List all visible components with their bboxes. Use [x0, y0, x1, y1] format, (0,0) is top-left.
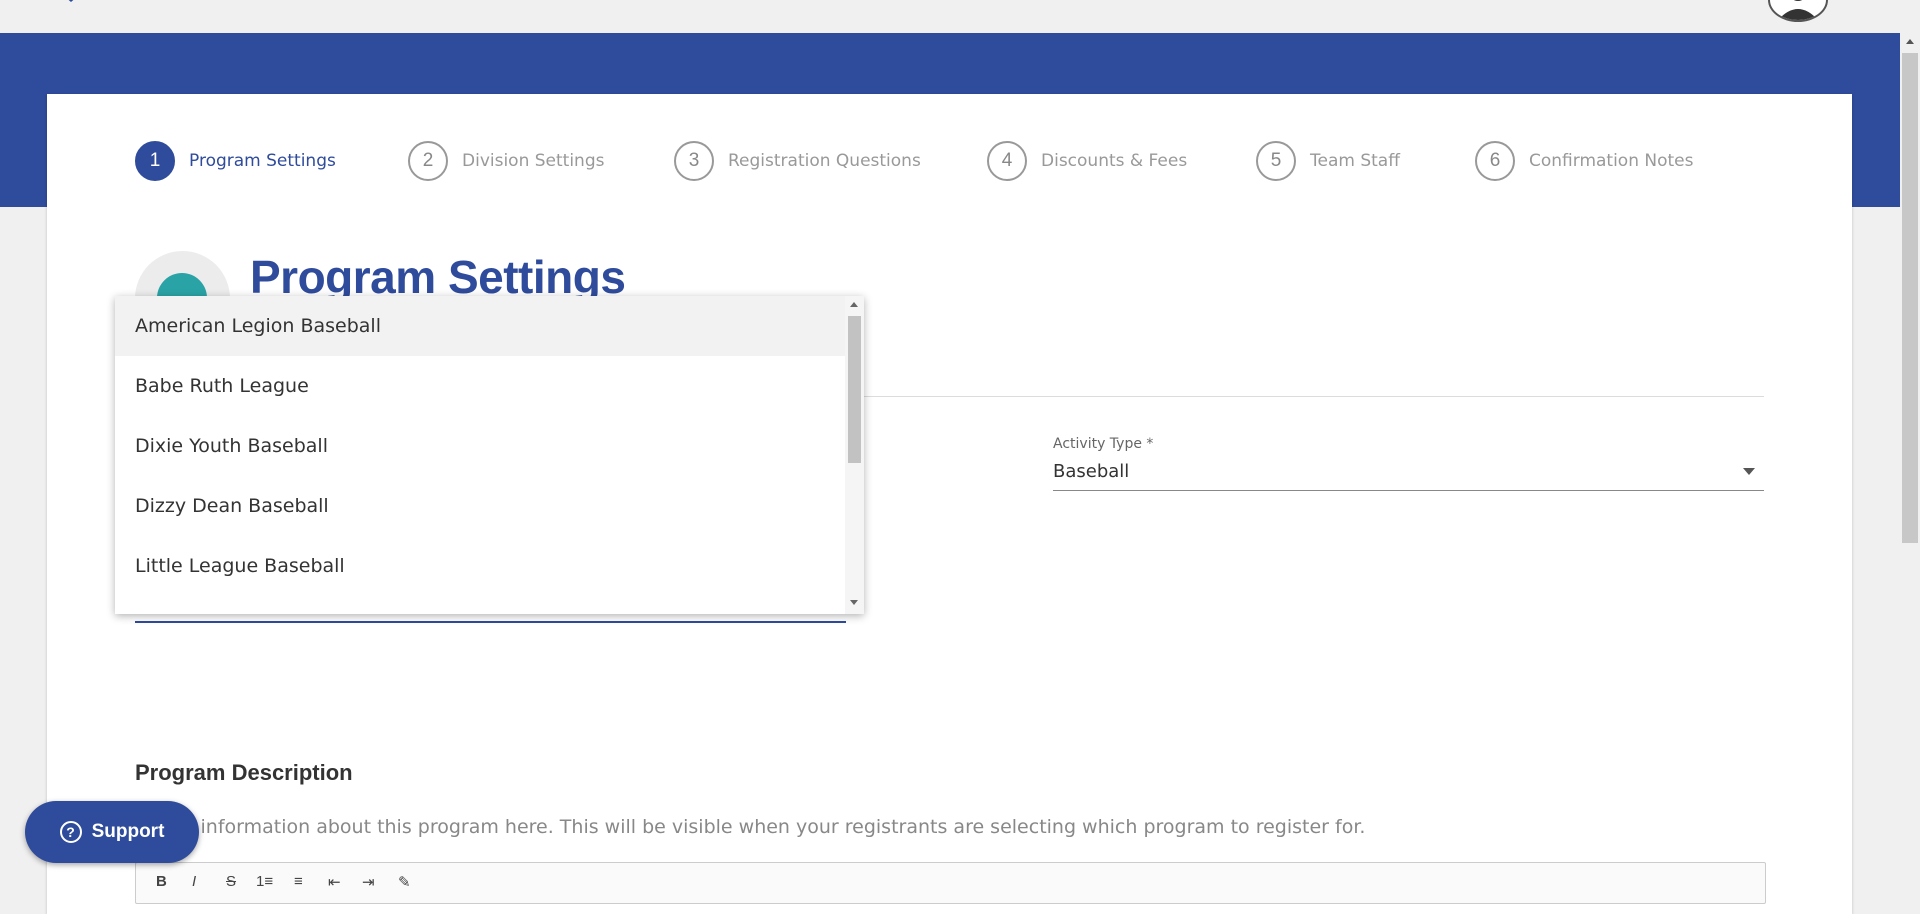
bullet-list-button[interactable]: ≡: [294, 873, 303, 890]
step-label: Registration Questions: [728, 151, 921, 171]
description-editor[interactable]: B I S 1≡ ≡ ⇤ ⇥ ✎: [135, 862, 1766, 904]
step-number: 4: [987, 141, 1027, 181]
step-label: Confirmation Notes: [1529, 151, 1694, 171]
top-bar: [0, 0, 1920, 33]
program-description-help: ...lpful information about this program …: [135, 816, 1366, 838]
indent-button[interactable]: ⇥: [362, 873, 375, 891]
step-program-settings[interactable]: 1 Program Settings: [135, 139, 336, 183]
dropdown-option[interactable]: Dizzy Dean Baseball: [115, 476, 845, 536]
chevron-down-icon[interactable]: [1743, 468, 1755, 475]
step-label: Team Staff: [1310, 151, 1400, 171]
support-label: Support: [91, 821, 165, 842]
outdent-button[interactable]: ⇤: [328, 873, 341, 891]
user-silhouette-icon: [1778, 0, 1818, 20]
question-circle-icon: ?: [59, 821, 82, 843]
step-number: 6: [1475, 141, 1515, 181]
step-label: Program Settings: [189, 151, 336, 171]
step-confirmation-notes[interactable]: 6 Confirmation Notes: [1475, 139, 1694, 183]
strikethrough-button[interactable]: S: [226, 873, 236, 890]
dropdown-option[interactable]: American Legion Baseball: [115, 296, 845, 356]
step-number: 2: [408, 141, 448, 181]
bold-button[interactable]: B: [156, 873, 167, 890]
scroll-up-arrow-icon[interactable]: [850, 302, 858, 307]
page-scrollbar[interactable]: [1900, 33, 1920, 888]
dropdown-option[interactable]: Little League Baseball: [115, 536, 845, 596]
step-division-settings[interactable]: 2 Division Settings: [408, 139, 604, 183]
clear-format-button[interactable]: ✎: [398, 873, 411, 891]
ordered-list-button[interactable]: 1≡: [256, 873, 273, 890]
scroll-down-arrow-icon[interactable]: [850, 600, 858, 605]
app-logo-icon[interactable]: [55, 0, 125, 8]
step-number: 1: [135, 141, 175, 181]
italic-button[interactable]: I: [192, 873, 196, 890]
scrollbar-thumb[interactable]: [848, 316, 861, 463]
scrollbar-thumb[interactable]: [1902, 53, 1918, 543]
dropdown-scrollbar[interactable]: [845, 296, 864, 614]
dropdown-option[interactable]: Dixie Youth Baseball: [115, 416, 845, 476]
step-label: Discounts & Fees: [1041, 151, 1188, 171]
program-description-title: Program Description: [135, 760, 353, 785]
governing-body-dropdown[interactable]: American Legion Baseball Babe Ruth Leagu…: [115, 296, 864, 614]
step-team-staff[interactable]: 5 Team Staff: [1256, 139, 1400, 183]
scroll-up-arrow-icon[interactable]: [1906, 39, 1914, 44]
step-number: 5: [1256, 141, 1296, 181]
activity-type-label: Activity Type *: [1053, 436, 1154, 452]
focused-field-underline: [135, 621, 846, 623]
activity-type-select[interactable]: Baseball: [1053, 461, 1129, 482]
user-avatar[interactable]: [1768, 0, 1828, 22]
step-number: 3: [674, 141, 714, 181]
activity-type-underline: [1053, 490, 1764, 491]
step-discounts-fees[interactable]: 4 Discounts & Fees: [987, 139, 1187, 183]
dropdown-option[interactable]: Babe Ruth League: [115, 356, 845, 416]
step-registration-questions[interactable]: 3 Registration Questions: [674, 139, 921, 183]
support-button[interactable]: ? Support: [25, 801, 199, 863]
step-label: Division Settings: [462, 151, 605, 171]
